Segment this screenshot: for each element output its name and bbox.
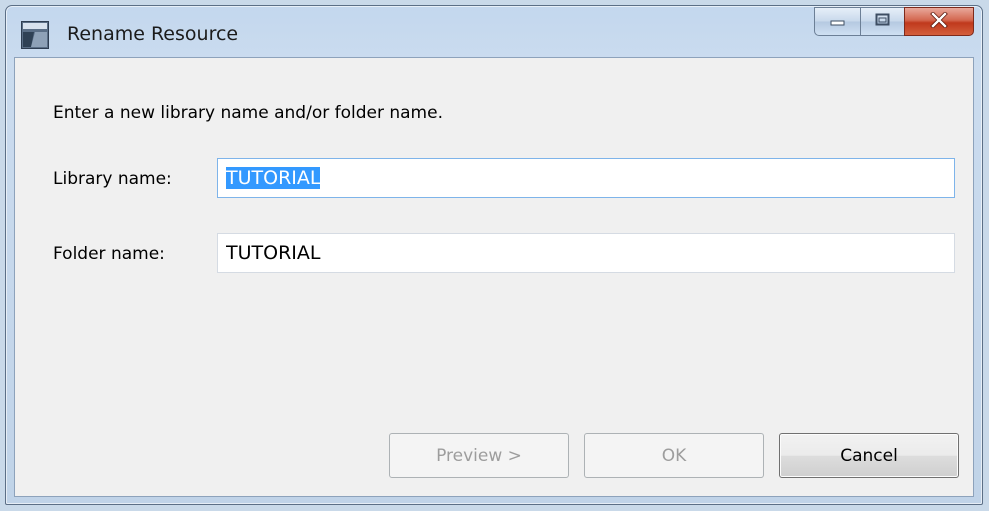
close-icon [930, 10, 948, 32]
instruction-text: Enter a new library name and/or folder n… [53, 103, 443, 123]
rename-resource-window: Rename Resource Enter a new library name… [5, 5, 983, 505]
ok-button[interactable]: OK [584, 433, 764, 478]
window-title: Rename Resource [67, 23, 239, 45]
rename-resource-icon [21, 21, 49, 49]
caption-buttons [814, 7, 974, 37]
title-bar[interactable]: Rename Resource [6, 6, 982, 58]
maximize-button[interactable] [860, 7, 904, 36]
preview-button[interactable]: Preview > [389, 433, 569, 478]
library-name-input[interactable] [217, 158, 955, 198]
maximize-icon [875, 12, 891, 31]
close-button[interactable] [904, 7, 974, 36]
minimize-icon [830, 12, 846, 31]
minimize-button[interactable] [814, 7, 860, 36]
cancel-button[interactable]: Cancel [779, 433, 959, 478]
folder-name-label: Folder name: [53, 244, 165, 264]
dialog-body: Enter a new library name and/or folder n… [14, 57, 974, 497]
folder-name-input[interactable] [217, 233, 955, 273]
library-name-label: Library name: [53, 169, 172, 189]
